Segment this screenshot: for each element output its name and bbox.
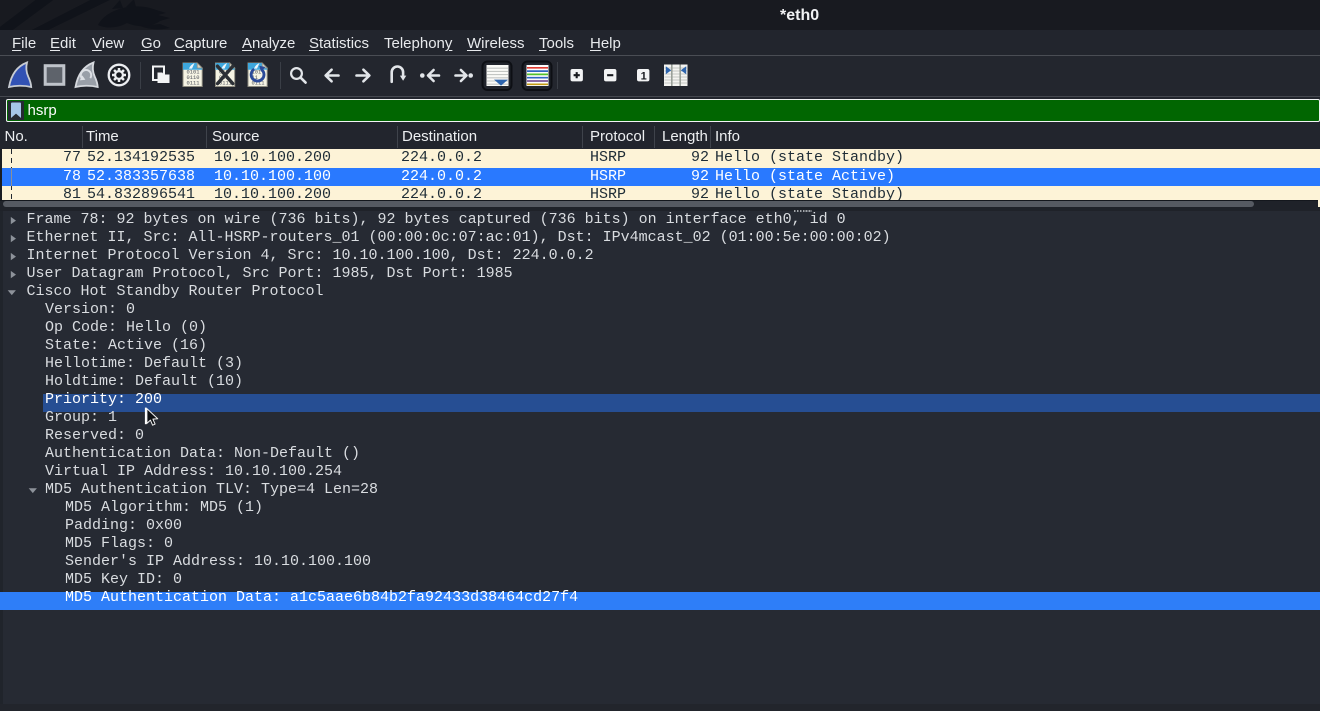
svg-text:1: 1 bbox=[641, 70, 647, 82]
svg-text:0111: 0111 bbox=[187, 81, 200, 87]
